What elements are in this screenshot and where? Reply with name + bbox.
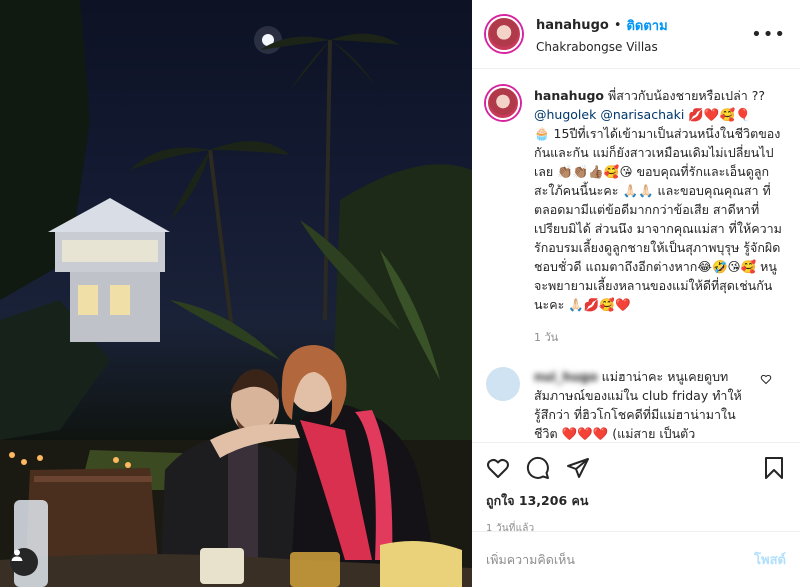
caption-time[interactable]: 1 วัน — [534, 328, 786, 347]
caption: hanahugo พี่สาวกับน้องชายหรือเปล่า ?? @hu… — [486, 86, 786, 347]
comments-list[interactable]: hanahugo พี่สาวกับน้องชายหรือเปล่า ?? @hu… — [472, 70, 800, 442]
separator-dot: • — [613, 17, 622, 33]
heart-icon[interactable] — [486, 456, 510, 480]
author-line: hanahugo • ติดตาม — [536, 15, 751, 36]
comment-like-heart-icon[interactable] — [760, 373, 772, 385]
caption-emoji: 💋❤️🥰🎈 — [684, 107, 751, 122]
post-side-panel: hanahugo • ติดตาม Chakrabongse Villas ••… — [472, 0, 800, 587]
commenter-username[interactable]: nui_hugo — [534, 369, 598, 384]
mention-link[interactable]: @narisachaki — [600, 107, 684, 122]
author-username[interactable]: hanahugo — [536, 18, 609, 33]
bookmark-icon[interactable] — [762, 456, 786, 480]
add-comment-bar: โพสต์ — [472, 531, 800, 587]
post-photo[interactable] — [0, 0, 472, 587]
caption-username[interactable]: hanahugo — [534, 88, 604, 103]
author-avatar[interactable] — [486, 16, 522, 52]
add-comment-input[interactable] — [486, 552, 755, 567]
post-location[interactable]: Chakrabongse Villas — [536, 40, 751, 54]
action-icons — [486, 453, 786, 483]
person-icon — [11, 549, 23, 561]
caption-body: hanahugo พี่สาวกับน้องชายหรือเปล่า ?? @hu… — [534, 86, 786, 347]
post-actions: ถูกใจ 13,206 คน 1 วันที่แล้ว — [472, 442, 800, 536]
follow-button[interactable]: ติดตาม — [626, 15, 667, 36]
tagged-people-icon[interactable] — [10, 548, 38, 576]
commenter-avatar[interactable] — [486, 367, 520, 401]
post-comment-button[interactable]: โพสต์ — [754, 549, 786, 570]
likes-count[interactable]: ถูกใจ 13,206 คน — [486, 491, 786, 511]
comment-icon[interactable] — [526, 456, 550, 480]
author-info: hanahugo • ติดตาม Chakrabongse Villas — [536, 15, 751, 54]
more-options-icon[interactable]: ••• — [751, 24, 786, 45]
caption-text: 🧁 15ปีที่เราได้เข้ามาเป็นส่วนหนึ่งในชีวิ… — [534, 126, 782, 312]
post-header: hanahugo • ติดตาม Chakrabongse Villas ••… — [472, 0, 800, 69]
mention-link[interactable]: @hugolek — [534, 107, 596, 122]
comment-item: nui_hugo แม่ฮาน่าคะ หนูเคยดูบทสัมภาษณ์ของ… — [486, 367, 786, 442]
comment-body: nui_hugo แม่ฮาน่าคะ หนูเคยดูบทสัมภาษณ์ของ… — [534, 367, 744, 442]
caption-avatar[interactable] — [486, 86, 520, 120]
caption-first-text: พี่สาวกับน้องชายหรือเปล่า ?? — [608, 88, 765, 103]
night-garden-photo — [0, 0, 472, 587]
share-icon[interactable] — [566, 456, 590, 480]
